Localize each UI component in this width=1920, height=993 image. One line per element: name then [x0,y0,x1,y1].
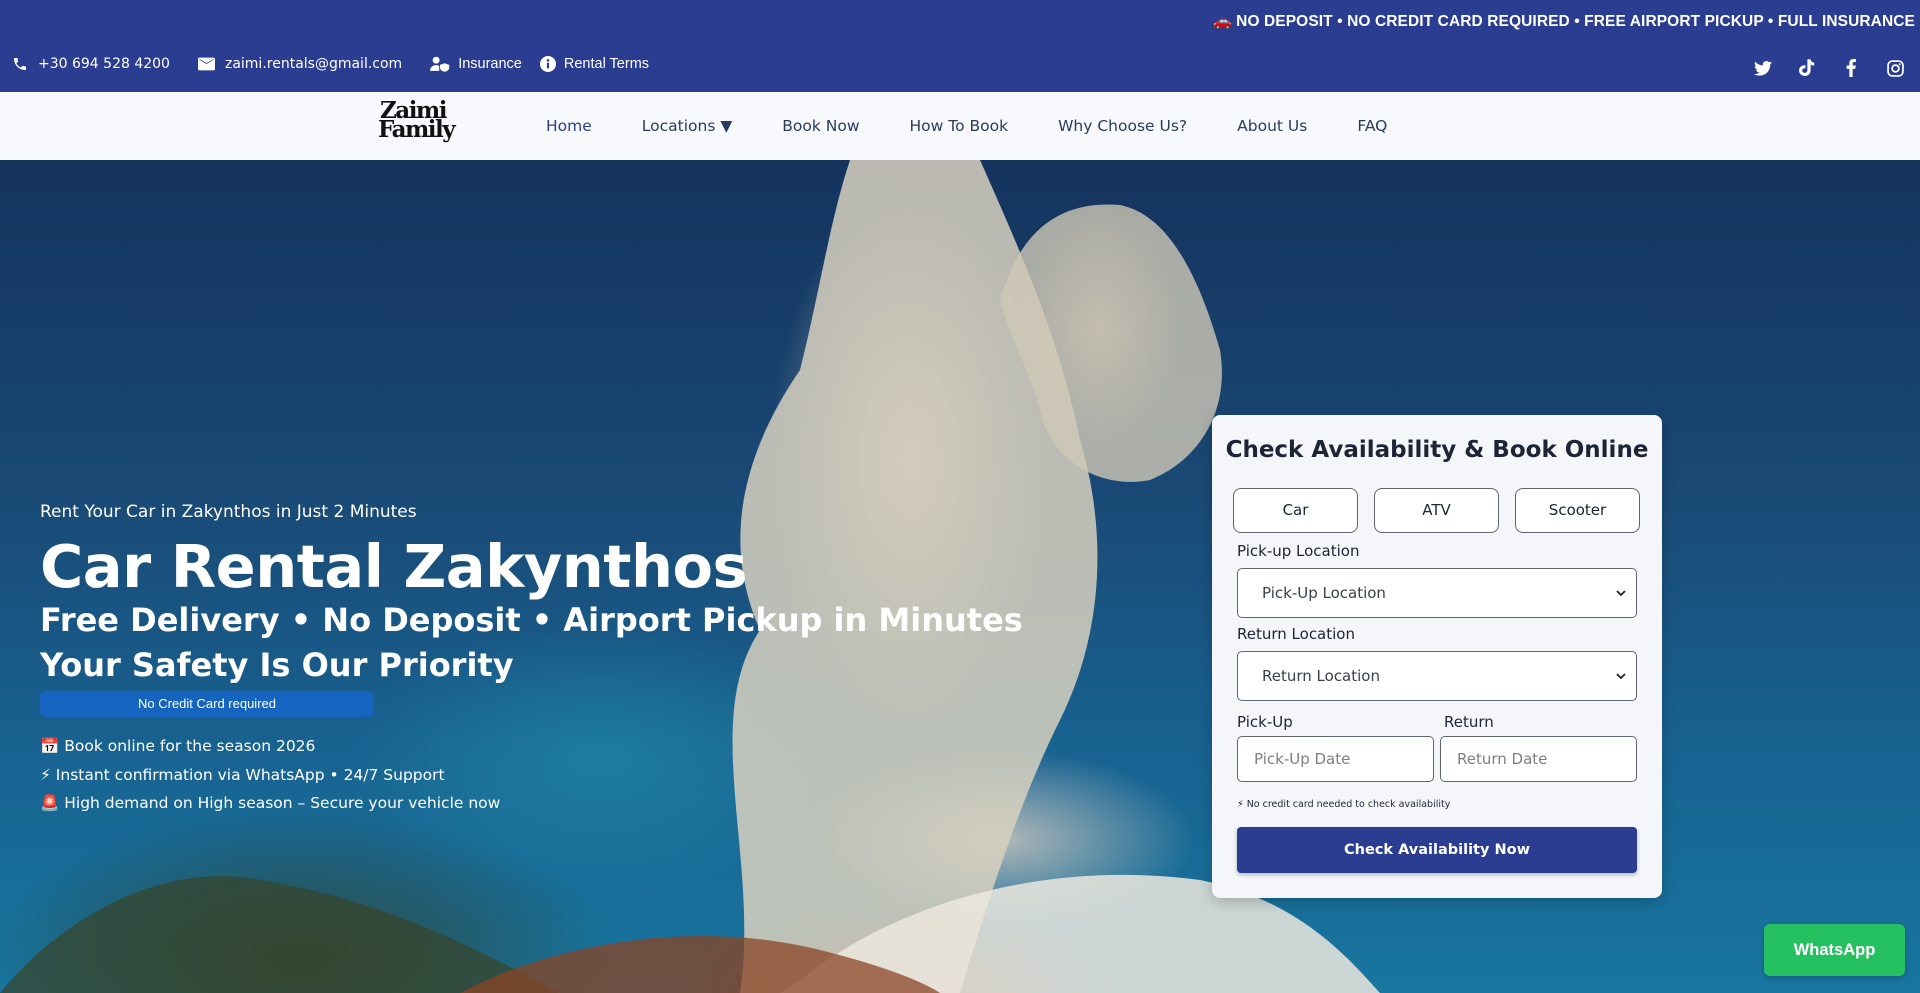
contact-links: +30 694 528 4200 zaimi.rentals@gmail.com… [12,56,667,72]
return-location-value: Return Location [1262,667,1380,685]
pickup-date-placeholder: Pick-Up Date [1254,750,1351,768]
info-icon [539,56,556,72]
return-date-input[interactable]: Return Date [1440,736,1637,782]
bullet-season: 📅 Book online for the season 2026 [40,737,316,755]
hero-subtitle: Rent Your Car in Zakynthos in Just 2 Min… [40,502,417,522]
pickup-date-label: Pick-Up [1237,713,1293,731]
pickup-date-input[interactable]: Pick-Up Date [1237,736,1434,782]
insurance-label: Insurance [458,56,522,72]
rental-terms-label: Rental Terms [563,56,650,72]
phone-number: +30 694 528 4200 [38,56,170,72]
pickup-location-value: Pick-Up Location [1262,584,1386,602]
zaimi-family-logo[interactable]: Zaimi Family [378,99,456,143]
chevron-down-icon [1616,569,1626,617]
phone-link[interactable]: +30 694 528 4200 [12,56,170,72]
vehicle-type-tabs: Car ATV Scooter [1233,488,1640,533]
return-date-placeholder: Return Date [1457,750,1548,768]
tiktok-icon[interactable] [1797,58,1817,78]
email-link[interactable]: zaimi.rentals@gmail.com [197,56,403,72]
envelope-icon [197,57,215,71]
nav-faq[interactable]: FAQ [1357,117,1387,135]
hero-title: Car Rental Zakynthos [40,532,748,601]
nav-how-to-book[interactable]: How To Book [910,117,1009,135]
nav-about-us[interactable]: About Us [1237,117,1307,135]
chevron-down-icon [1616,652,1626,700]
nav-locations[interactable]: Locations ▼ [642,117,732,135]
main-navigation: Home Locations ▼ Book Now How To Book Wh… [546,92,1437,160]
return-location-label: Return Location [1237,625,1355,643]
vehicle-tab-car[interactable]: Car [1233,488,1358,533]
logo-line-2: Family [378,116,456,143]
bullet-confirmation: ⚡ Instant confirmation via WhatsApp • 24… [40,765,445,784]
rental-terms-link[interactable]: Rental Terms [539,56,650,72]
hero-benefits: Free Delivery • No Deposit • Airport Pic… [40,601,1023,639]
social-links [1753,58,1905,78]
vehicle-tab-atv[interactable]: ATV [1374,488,1499,533]
whatsapp-button[interactable]: WhatsApp [1764,924,1905,976]
top-info-bar: 🚗 NO DEPOSIT • NO CREDIT CARD REQUIRED • … [0,0,1920,92]
car-icon: 🚗 [1213,13,1233,30]
twitter-icon[interactable] [1753,58,1773,78]
no-credit-card-note: ⚡ No credit card needed to check availab… [1237,799,1451,810]
email-address: zaimi.rentals@gmail.com [224,56,403,72]
booking-title: Check Availability & Book Online [1225,437,1649,463]
check-availability-button[interactable]: Check Availability Now [1237,827,1637,873]
no-credit-card-badge: No Credit Card required [40,691,374,717]
facebook-icon[interactable] [1841,58,1861,78]
bullet-high-demand: 🚨 High demand on High season – Secure yo… [40,794,501,812]
nav-book-now[interactable]: Book Now [782,117,859,135]
site-header: Zaimi Family Home Locations ▼ Book Now H… [0,92,1920,160]
phone-icon [14,58,26,70]
insurance-link[interactable]: Insurance [430,56,522,72]
return-date-label: Return [1444,713,1494,731]
pickup-location-select[interactable]: Pick-Up Location [1237,568,1637,618]
promo-ticker-text: NO DEPOSIT • NO CREDIT CARD REQUIRED • F… [1236,13,1915,30]
booking-card: Check Availability & Book Online Car ATV… [1212,415,1662,898]
pickup-location-label: Pick-up Location [1237,542,1360,560]
hero-safety-tagline: Your Safety Is Our Priority [40,646,514,684]
nav-home[interactable]: Home [546,117,592,135]
user-shield-icon [430,56,450,72]
promo-ticker: 🚗 NO DEPOSIT • NO CREDIT CARD REQUIRED • … [1213,12,1915,31]
hero-bullets: 📅 Book online for the season 2026 ⚡ Inst… [40,732,500,818]
nav-why-choose-us[interactable]: Why Choose Us? [1058,117,1187,135]
return-location-select[interactable]: Return Location [1237,651,1637,701]
vehicle-tab-scooter[interactable]: Scooter [1515,488,1640,533]
instagram-icon[interactable] [1885,58,1905,78]
